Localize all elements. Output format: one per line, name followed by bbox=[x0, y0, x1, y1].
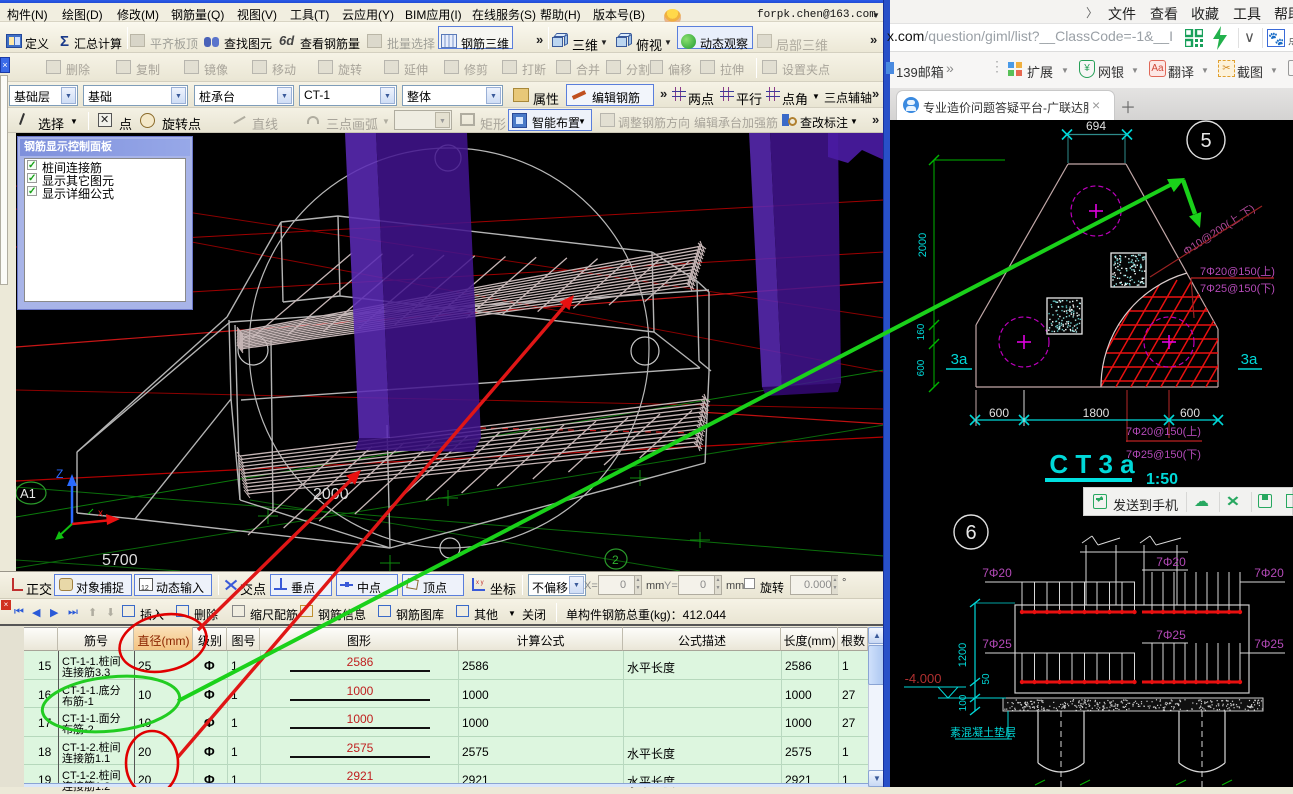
svg-text:7Φ25@150(下): 7Φ25@150(下) bbox=[1126, 449, 1201, 461]
svg-text:50: 50 bbox=[981, 673, 992, 685]
svg-text:3a: 3a bbox=[1241, 351, 1258, 368]
svg-text:A1: A1 bbox=[20, 486, 36, 501]
svg-text:2000: 2000 bbox=[313, 486, 349, 503]
svg-text:100: 100 bbox=[958, 694, 969, 711]
svg-text:7Φ25: 7Φ25 bbox=[1156, 628, 1186, 642]
svg-text:7Φ25@150(下): 7Φ25@150(下) bbox=[1200, 283, 1275, 295]
svg-text:600: 600 bbox=[1180, 406, 1200, 420]
svg-text:7Φ20: 7Φ20 bbox=[1156, 555, 1186, 569]
svg-text:1:50: 1:50 bbox=[1146, 471, 1178, 488]
svg-text:Z: Z bbox=[56, 467, 63, 481]
svg-text:7Φ25: 7Φ25 bbox=[982, 637, 1012, 651]
svg-text:2: 2 bbox=[612, 553, 619, 567]
svg-text:7Φ20@150(上): 7Φ20@150(上) bbox=[1200, 265, 1275, 278]
svg-text:7Φ20: 7Φ20 bbox=[1254, 566, 1284, 580]
svg-text:2000: 2000 bbox=[917, 233, 929, 257]
svg-text:694: 694 bbox=[1086, 120, 1106, 133]
svg-text:1200: 1200 bbox=[957, 643, 969, 667]
svg-text:x: x bbox=[98, 508, 103, 519]
svg-text:7Φ20: 7Φ20 bbox=[982, 566, 1012, 580]
svg-text:7Φ25: 7Φ25 bbox=[1254, 637, 1284, 651]
svg-text:1800: 1800 bbox=[1083, 406, 1110, 420]
svg-text:600: 600 bbox=[989, 406, 1009, 420]
svg-text:3a: 3a bbox=[951, 351, 968, 368]
svg-text:5700: 5700 bbox=[102, 552, 138, 569]
svg-text:160: 160 bbox=[916, 323, 927, 340]
svg-text:6: 6 bbox=[965, 522, 976, 544]
svg-text:C T 3 a: C T 3 a bbox=[1049, 449, 1135, 479]
svg-text:-4.000: -4.000 bbox=[905, 671, 942, 686]
svg-text:7Φ20@150(上): 7Φ20@150(上) bbox=[1126, 425, 1201, 438]
svg-text:素混凝土垫层: 素混凝土垫层 bbox=[950, 725, 1016, 739]
svg-text:5: 5 bbox=[1200, 130, 1211, 152]
svg-text:600: 600 bbox=[916, 359, 927, 376]
